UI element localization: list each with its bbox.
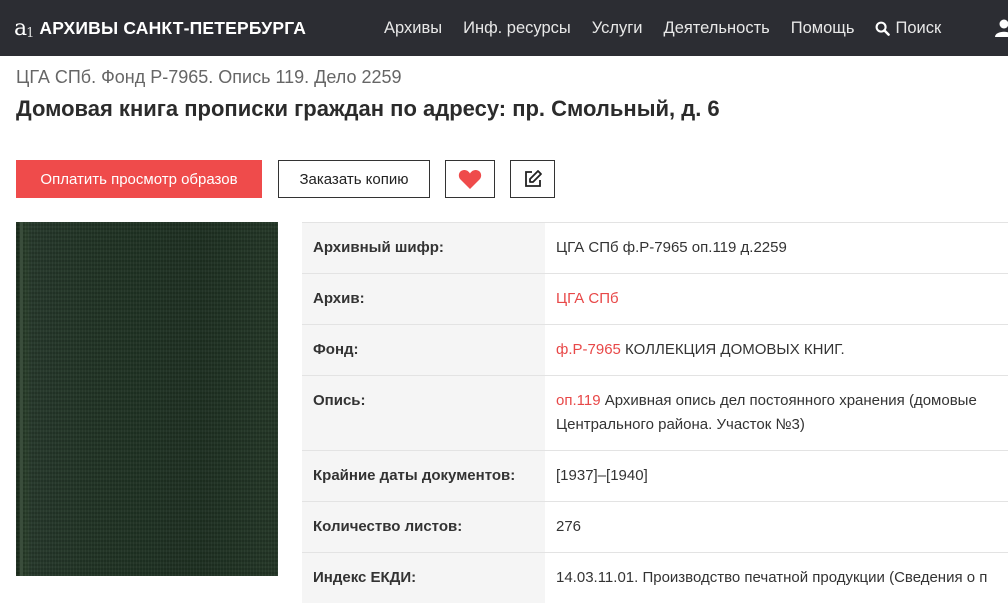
archive-label: Архив: [302, 274, 545, 325]
document-cover-image[interactable] [16, 222, 278, 576]
top-navbar: a1 АРХИВЫ САНКТ-ПЕТЕРБУРГА Архивы Инф. р… [0, 0, 1008, 56]
edit-button[interactable] [510, 160, 555, 198]
table-row: Опись: оп.119 Архивная опись дел постоян… [302, 376, 1008, 451]
pay-view-button[interactable]: Оплатить просмотр образов [16, 160, 262, 198]
site-logo[interactable]: a1 АРХИВЫ САНКТ-ПЕТЕРБУРГА [14, 13, 306, 43]
main-nav: Архивы Инф. ресурсы Услуги Деятельность … [384, 0, 962, 56]
user-icon[interactable] [994, 18, 1008, 38]
cover-spine [20, 222, 23, 576]
heart-icon [458, 168, 482, 190]
edit-icon [523, 169, 543, 189]
inventory-text: Архивная опись дел постоянного хранения … [601, 392, 977, 409]
table-row: Архивный шифр: ЦГА СПб ф.Р-7965 оп.119 д… [302, 223, 1008, 274]
table-row: Индекс ЕКДИ: 14.03.11.01. Производство п… [302, 553, 1008, 603]
favorite-button[interactable] [445, 160, 495, 198]
fond-link[interactable]: ф.Р-7965 [556, 341, 621, 358]
table-row: Фонд: ф.Р-7965 КОЛЛЕКЦИЯ ДОМОВЫХ КНИГ. [302, 325, 1008, 376]
table-row: Количество листов: 276 [302, 502, 1008, 553]
search-icon [875, 21, 890, 36]
inventory-link[interactable]: оп.119 [556, 392, 601, 409]
nav-item-activity[interactable]: Деятельность [664, 19, 770, 38]
ekdi-label: Индекс ЕКДИ: [302, 553, 545, 603]
cipher-label: Архивный шифр: [302, 223, 545, 274]
archive-link[interactable]: ЦГА СПб [556, 290, 619, 307]
dates-label: Крайние даты документов: [302, 451, 545, 502]
logo-text: АРХИВЫ САНКТ-ПЕТЕРБУРГА [39, 18, 306, 39]
logo-mark: a1 [14, 16, 33, 41]
sheets-label: Количество листов: [302, 502, 545, 553]
nav-item-info-resources[interactable]: Инф. ресурсы [463, 19, 571, 38]
dates-value: [1937]–[1940] [545, 451, 1008, 502]
search-label: Поиск [895, 19, 941, 38]
nav-item-services[interactable]: Услуги [592, 19, 643, 38]
sheets-value: 276 [545, 502, 1008, 553]
record-details-table: Архивный шифр: ЦГА СПб ф.Р-7965 оп.119 д… [302, 222, 1008, 603]
cipher-value: ЦГА СПб ф.Р-7965 оп.119 д.2259 [545, 223, 1008, 274]
table-row: Архив: ЦГА СПб [302, 274, 1008, 325]
table-row: Крайние даты документов: [1937]–[1940] [302, 451, 1008, 502]
nav-item-archives[interactable]: Архивы [384, 19, 442, 38]
breadcrumb: ЦГА СПб. Фонд Р-7965. Опись 119. Дело 22… [16, 67, 402, 88]
inventory-text-2: Центрального района. Участок №3) [556, 413, 1008, 437]
fond-label: Фонд: [302, 325, 545, 376]
order-copy-button[interactable]: Заказать копию [278, 160, 430, 198]
nav-item-search[interactable]: Поиск [875, 19, 941, 38]
ekdi-value: 14.03.11.01. Производство печатной проду… [545, 553, 1008, 603]
inventory-label: Опись: [302, 376, 545, 451]
nav-item-help[interactable]: Помощь [791, 19, 855, 38]
fond-text: КОЛЛЕКЦИЯ ДОМОВЫХ КНИГ. [621, 341, 845, 358]
page-title: Домовая книга прописки граждан по адресу… [16, 96, 720, 122]
